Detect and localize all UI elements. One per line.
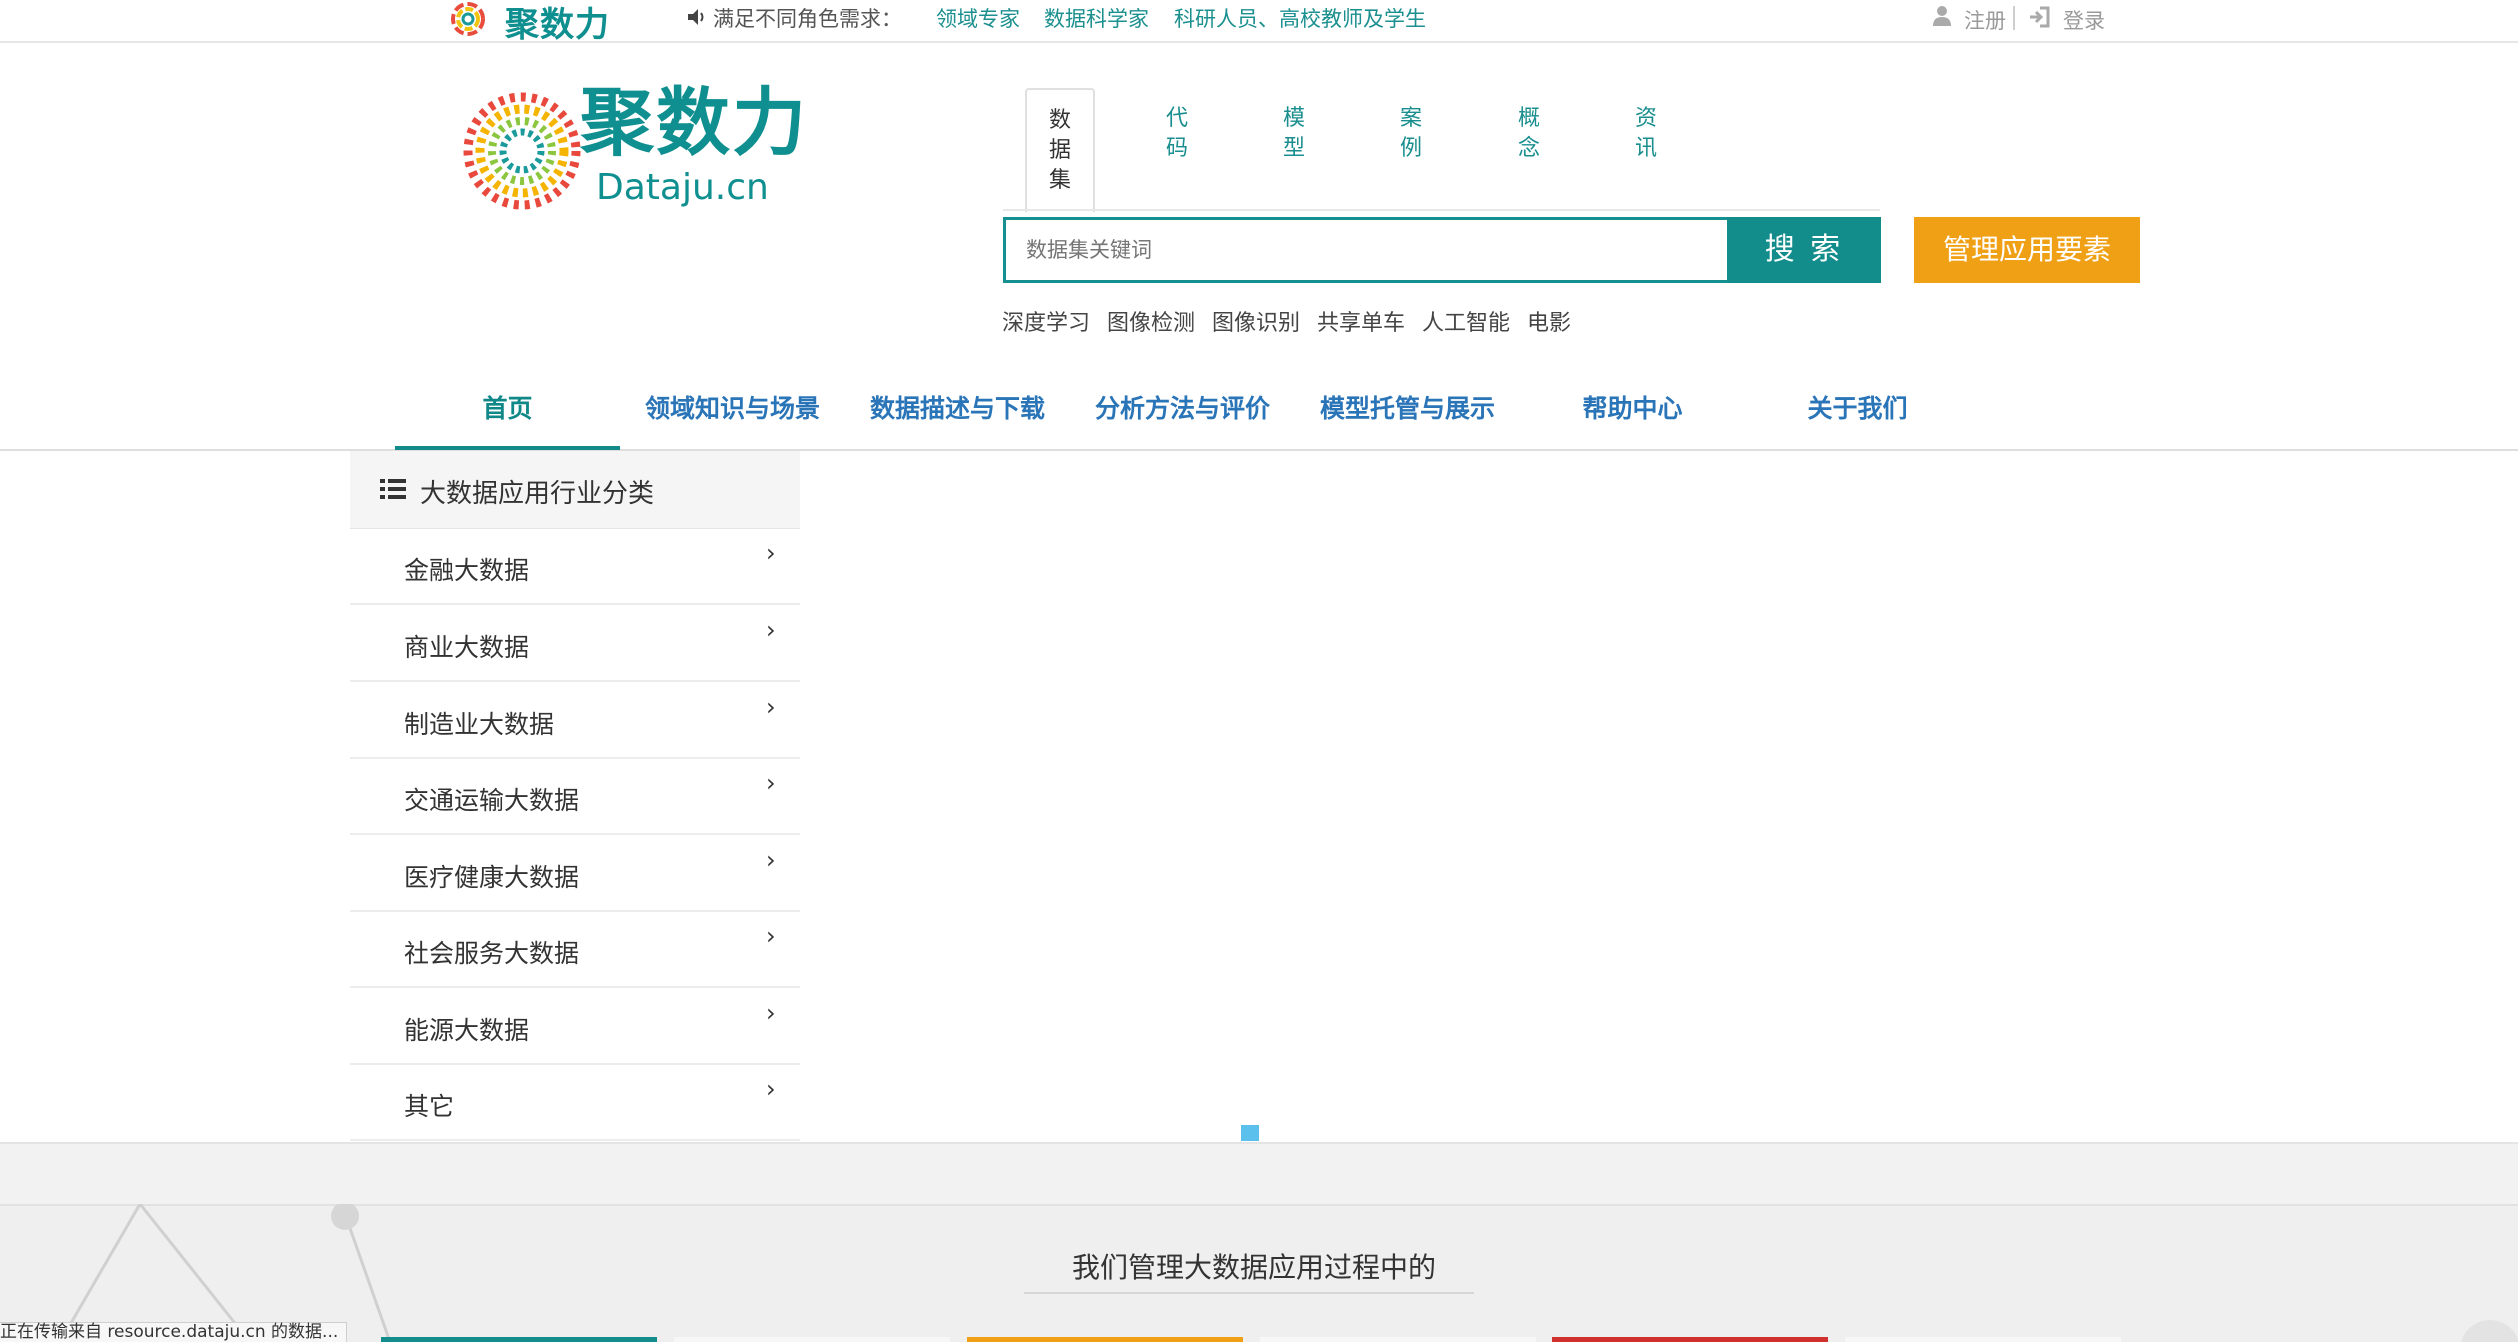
nav-domain-knowledge[interactable]: 领域知识与场景 [620,390,845,450]
topbar-divider [2013,6,2015,30]
tab-model[interactable]: 模型 [1259,88,1329,210]
speaker-icon [688,9,704,25]
chevron-right-icon: › [766,922,776,950]
tab-concept-label: 概念 [1517,106,1540,161]
sidebar-title: 大数据应用行业分类 [420,479,655,509]
logo-english-title[interactable]: Dataju.cn [596,170,769,206]
section-title-underline [1024,1292,1474,1294]
section-title: 我们管理大数据应用过程中的 [1072,1251,1437,1284]
tab-concept[interactable]: 概念 [1494,88,1564,210]
sidebar-item-finance[interactable]: 金融大数据 › [350,529,800,605]
tab-case[interactable]: 案例 [1376,88,1446,210]
industry-sidebar: 大数据应用行业分类 金融大数据 › 商业大数据 › 制造业大数据 › 交通运输大… [350,451,800,1142]
role-link-data-scientist[interactable]: 数据科学家 [1044,3,1149,33]
sidebar-item-label: 社会服务大数据 [404,939,580,968]
nav-analysis-methods[interactable]: 分析方法与评价 [1070,390,1295,450]
list-icon [380,479,406,499]
chevron-right-icon: › [766,616,776,644]
tab-underline [1003,209,1880,211]
chevron-right-icon: › [766,693,776,721]
sidebar-item-label: 商业大数据 [404,633,530,662]
chevron-right-icon: › [766,1075,776,1103]
mini-logo-icon[interactable] [446,0,494,36]
feature-card-strip [967,1337,1243,1342]
hot-keyword-ai[interactable]: 人工智能 [1422,305,1510,337]
sidebar-item-healthcare[interactable]: 医疗健康大数据 › [350,836,800,912]
tab-case-label: 案例 [1399,106,1422,161]
loading-indicator [1241,1125,1259,1141]
sidebar-item-label: 医疗健康大数据 [404,863,580,892]
feature-card-strip [381,1337,657,1342]
sidebar-item-label: 能源大数据 [404,1016,530,1045]
chevron-right-icon: › [766,539,776,567]
tab-code[interactable]: 代码 [1142,88,1212,210]
nav-home[interactable]: 首页 [395,390,620,450]
sidebar-item-transport[interactable]: 交通运输大数据 › [350,759,800,835]
chevron-right-icon: › [766,769,776,797]
sidebar-item-other[interactable]: 其它 › [350,1065,800,1141]
manage-elements-button[interactable]: 管理应用要素 [1914,217,2140,283]
feature-card-strip [1552,1337,1828,1342]
hot-keyword-deep-learning[interactable]: 深度学习 [1002,305,1090,337]
sidebar-header: 大数据应用行业分类 [350,451,800,529]
browser-status-bar: 正在传输来自 resource.dataju.cn 的数据... [0,1322,348,1342]
sidebar-item-label: 其它 [404,1092,455,1121]
sidebar-item-label: 交通运输大数据 [404,786,580,815]
sidebar-item-commerce[interactable]: 商业大数据 › [350,606,800,682]
tab-dataset[interactable]: 数据集 [1025,88,1095,212]
sidebar-item-social-services[interactable]: 社会服务大数据 › [350,912,800,988]
sidebar-item-energy[interactable]: 能源大数据 › [350,989,800,1065]
feature-card-strip [674,1337,950,1342]
feature-card-strip [1260,1337,1536,1342]
nav-help-center[interactable]: 帮助中心 [1520,390,1745,450]
tab-model-label: 模型 [1282,106,1305,161]
hot-keyword-movie[interactable]: 电影 [1527,305,1571,337]
sidebar-item-label: 金融大数据 [404,556,530,585]
chevron-right-icon: › [766,846,776,874]
hot-keyword-bike-sharing[interactable]: 共享单车 [1317,305,1405,337]
nav-data-download[interactable]: 数据描述与下载 [845,390,1070,450]
mini-logo-text[interactable]: 聚数力 [505,0,610,46]
search-button[interactable]: 搜 索 [1727,217,1881,283]
search-box[interactable] [1003,217,1729,283]
tab-news-label: 资讯 [1634,106,1657,161]
sidebar-item-manufacturing[interactable]: 制造业大数据 › [350,683,800,759]
register-link[interactable]: 注册 [1964,5,2006,35]
tab-news[interactable]: 资讯 [1611,88,1681,210]
nav-about-us[interactable]: 关于我们 [1745,390,1970,450]
chevron-right-icon: › [766,999,776,1027]
hot-keyword-image-detection[interactable]: 图像检测 [1107,305,1195,337]
role-link-researchers[interactable]: 科研人员、高校教师及学生 [1174,3,1426,33]
tab-code-label: 代码 [1165,106,1188,161]
search-input[interactable] [1006,220,1729,280]
login-icon [2030,6,2050,28]
logo-chinese-title[interactable]: 聚数力 [580,86,808,160]
feature-card-strip [1845,1337,2121,1342]
hot-keyword-image-recognition[interactable]: 图像识别 [1212,305,1300,337]
slogan-text: 满足不同角色需求： [713,7,902,31]
sidebar-item-label: 制造业大数据 [404,710,555,739]
tab-dataset-label: 数据集 [1048,108,1071,193]
login-link[interactable]: 登录 [2063,5,2105,35]
dataju-logo-icon[interactable] [462,90,582,212]
nav-model-hosting[interactable]: 模型托管与展示 [1295,390,1520,450]
gray-band [0,1142,2518,1204]
role-link-domain-expert[interactable]: 领域专家 [936,3,1020,33]
user-icon [1933,6,1951,26]
